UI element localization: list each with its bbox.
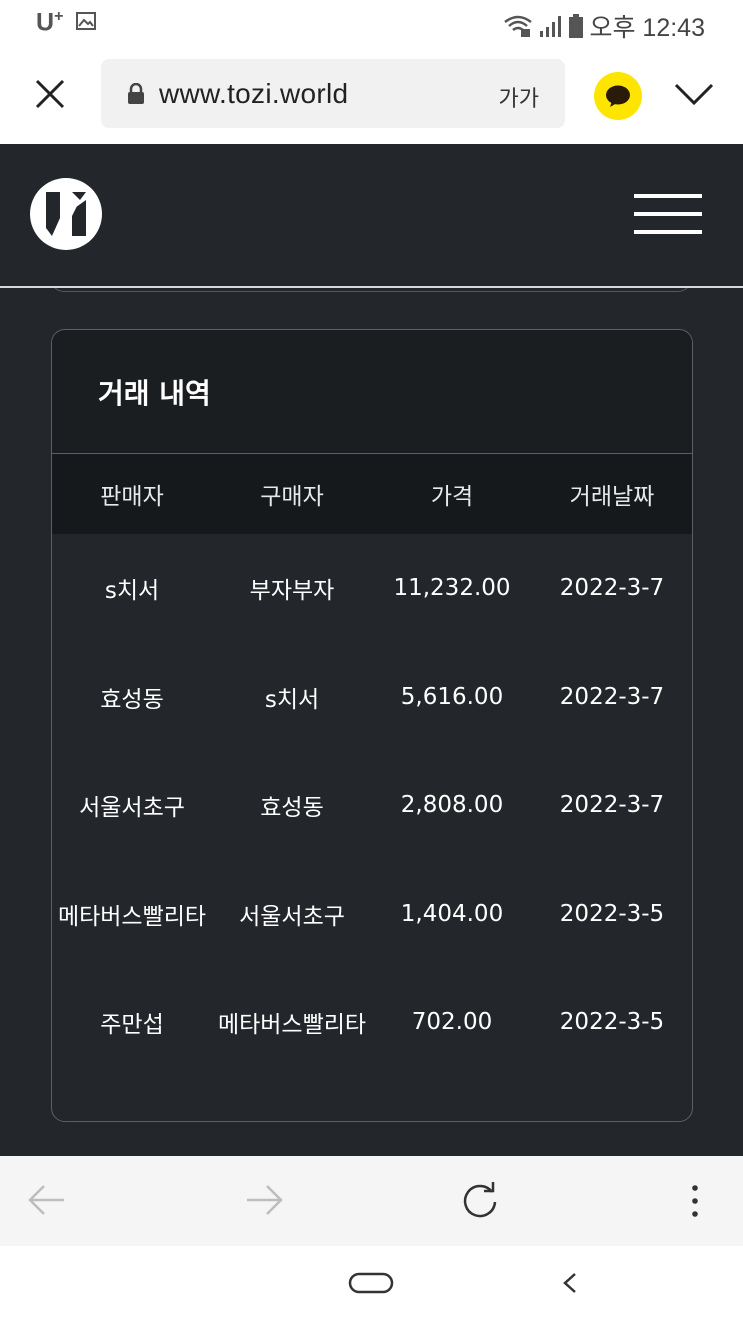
page-content: 거래 내역 판매자 구매자 가격 거래날짜 s치서 부자부자 11,232.00… (0, 288, 743, 1156)
column-header-date: 거래날짜 (569, 484, 655, 510)
price-cell: 1,404.00 (400, 900, 504, 927)
card-header: 거래 내역 (52, 330, 692, 454)
seller-cell: 메타버스빨리타 (57, 903, 207, 930)
hamburger-menu-icon[interactable] (634, 194, 702, 236)
site-header (0, 144, 743, 288)
status-icons: 오후 12:43 (503, 8, 705, 44)
previous-card-edge (50, 288, 692, 292)
back-arrow-icon[interactable] (28, 1183, 66, 1217)
lock-icon (128, 83, 144, 104)
date-cell: 2022-3-5 (559, 900, 665, 927)
price-cell: 5,616.00 (400, 683, 504, 710)
signal-icon (540, 16, 562, 37)
column-header-seller: 판매자 (100, 484, 164, 510)
chevron-down-icon[interactable] (674, 82, 714, 106)
browser-bottom-nav (0, 1156, 743, 1246)
card-title: 거래 내역 (98, 377, 211, 410)
more-options-icon[interactable] (690, 1184, 700, 1218)
transaction-history-card: 거래 내역 판매자 구매자 가격 거래날짜 s치서 부자부자 11,232.00… (51, 329, 693, 1122)
table-body: s치서 부자부자 11,232.00 2022-3-7 효성동 s치서 5,61… (52, 534, 692, 1077)
close-icon[interactable] (34, 78, 66, 110)
system-back-icon[interactable] (562, 1272, 578, 1294)
text-size-button[interactable]: 가가 (499, 81, 539, 113)
date-cell: 2022-3-7 (559, 575, 665, 602)
forward-arrow-icon[interactable] (245, 1183, 283, 1217)
status-bar: U+ 오후 12:43 (0, 0, 743, 44)
chat-bubble-icon (606, 85, 630, 107)
battery-icon (569, 14, 584, 38)
table-row: 주만섭 메타버스빨리타 702.00 2022-3-5 (52, 968, 692, 1077)
wifi-icon (504, 15, 533, 37)
price-cell: 2,808.00 (400, 792, 504, 819)
date-cell: 2022-3-7 (559, 792, 665, 819)
price-cell: 702.00 (411, 1009, 493, 1036)
price-cell: 11,232.00 (393, 575, 511, 602)
kakaotalk-share-button[interactable] (594, 72, 642, 120)
buyer-cell: 서울서초구 (239, 903, 345, 930)
carrier-label: U+ (36, 8, 63, 37)
buyer-cell: 효성동 (260, 795, 324, 822)
seller-cell: 효성동 (100, 686, 164, 713)
table-row: 메타버스빨리타 서울서초구 1,404.00 2022-3-5 (52, 860, 692, 969)
table-row: 효성동 s치서 5,616.00 2022-3-7 (52, 643, 692, 752)
table-row: s치서 부자부자 11,232.00 2022-3-7 (52, 534, 692, 643)
carrier-name: U (36, 8, 55, 37)
column-header-price: 가격 (430, 484, 474, 510)
date-cell: 2022-3-5 (559, 1009, 665, 1036)
date-cell: 2022-3-7 (559, 683, 665, 710)
buyer-cell: s치서 (264, 686, 320, 713)
address-bar[interactable]: www.tozi.world 가가 (101, 59, 565, 128)
browser-toolbar: www.tozi.world 가가 (0, 44, 743, 144)
home-button-icon[interactable] (348, 1272, 394, 1294)
column-header-buyer: 구매자 (260, 484, 324, 510)
buyer-cell: 부자부자 (249, 578, 335, 605)
refresh-icon[interactable] (460, 1180, 500, 1220)
gallery-notification-icon (76, 12, 96, 30)
android-navigation-bar (0, 1246, 743, 1321)
seller-cell: 서울서초구 (79, 795, 185, 822)
seller-cell: 주만섭 (100, 1012, 164, 1039)
seller-cell: s치서 (104, 578, 160, 605)
table-row: 서울서초구 효성동 2,808.00 2022-3-7 (52, 751, 692, 860)
tozi-logo[interactable] (30, 178, 102, 250)
table-header: 판매자 구매자 가격 거래날짜 (52, 454, 692, 534)
buyer-cell: 메타버스빨리타 (217, 1012, 367, 1039)
carrier-plus: + (54, 8, 64, 25)
url-text: www.tozi.world (159, 78, 349, 109)
clock: 오후 12:43 (589, 14, 705, 42)
